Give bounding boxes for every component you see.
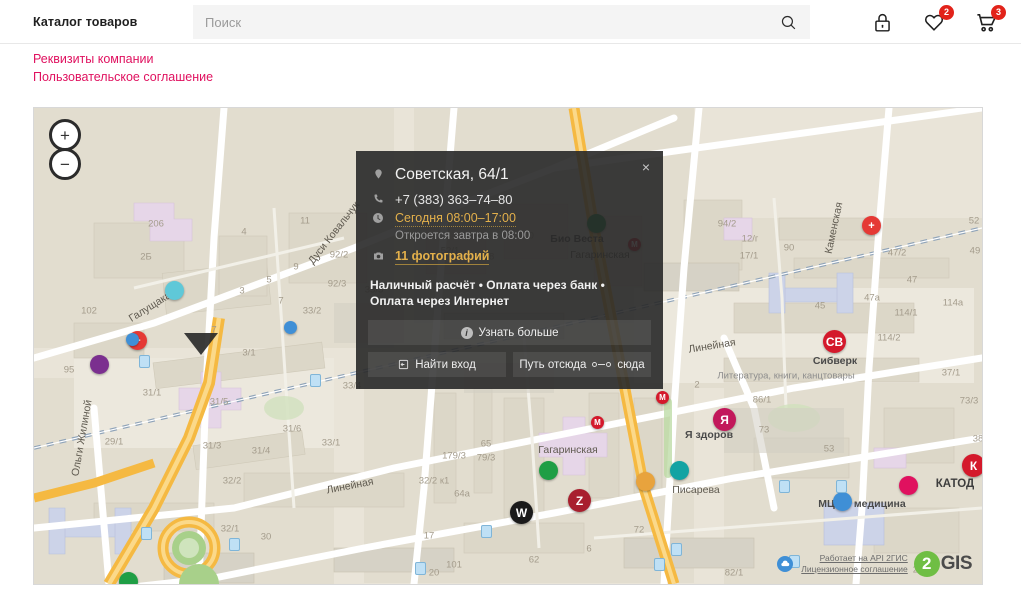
popup-pointer	[184, 333, 218, 355]
learn-more-label: Узнать больше	[478, 326, 559, 339]
popup-hours-sub: Откроется завтра в 08:00	[395, 230, 531, 242]
attribution-line1[interactable]: Работает на API 2ГИС	[801, 553, 908, 564]
route-from-label: Путь отсюда	[519, 358, 587, 371]
route-to-label: сюда	[617, 358, 645, 371]
link-company-details[interactable]: Реквизиты компании	[33, 50, 1021, 68]
popup-action-buttons: i Узнать больше Найти вход Путь отсюда с…	[356, 309, 663, 377]
map-pin-icon	[370, 165, 386, 181]
entrance-icon	[399, 359, 409, 370]
favorites-badge: 2	[939, 5, 954, 20]
route-button[interactable]: Путь отсюда сюда	[513, 352, 651, 377]
attribution-text: Работает на API 2ГИС Лицензионное соглаш…	[801, 553, 908, 575]
favorites-icon-button[interactable]: 2	[921, 5, 954, 35]
zoom-in-button[interactable]: +	[49, 119, 81, 151]
popup-hours[interactable]: Сегодня 08:00–17:00	[395, 210, 516, 227]
2gis-logo-mark: 2	[913, 551, 940, 577]
search-icon	[781, 15, 795, 29]
lock-icon	[874, 13, 890, 32]
learn-more-button[interactable]: i Узнать больше	[368, 320, 651, 345]
site-header: Каталог товаров 2	[0, 0, 1021, 44]
find-entrance-label: Найти вход	[415, 358, 476, 371]
attribution-line2[interactable]: Лицензионное соглашение	[801, 564, 908, 575]
2gis-logo-word: GIS	[940, 553, 973, 574]
zoom-out-button[interactable]: −	[49, 148, 81, 180]
clock-icon	[370, 210, 386, 224]
popup-button-row: Найти вход Путь отсюда сюда	[368, 352, 651, 377]
link-user-agreement[interactable]: Пользовательское соглашение	[33, 68, 1021, 86]
map-attribution: Работает на API 2ГИС Лицензионное соглаш…	[777, 551, 973, 577]
popup-address-row: Советская, 64/1	[356, 165, 663, 189]
route-icon	[592, 362, 612, 367]
map-zoom-controls[interactable]: + −	[49, 119, 81, 180]
map-canvas[interactable]: + − 206 2Б 102 31/1 31/5 29/1 31/3 31/4 3/1 3 4 5 7 9…	[34, 108, 982, 584]
popup-hours-row: Сегодня 08:00–17:00	[356, 210, 663, 227]
popup-close-button[interactable]: ×	[637, 158, 655, 176]
info-icon: i	[460, 326, 473, 339]
footer-links: Реквизиты компании Пользовательское согл…	[0, 44, 1021, 86]
popup-phone[interactable]: +7 (383) 363–74–80	[395, 191, 512, 208]
popup-photos-link[interactable]: 11 фотографий	[395, 248, 490, 265]
zoom-out-label: −	[60, 154, 70, 174]
search-input[interactable]	[193, 13, 766, 31]
find-entrance-button[interactable]: Найти вход	[368, 352, 506, 377]
popup-phone-row: +7 (383) 363–74–80	[356, 191, 663, 208]
cart-badge: 3	[991, 5, 1006, 20]
popup-photos-row: 11 фотографий	[356, 248, 663, 265]
popup-payment-methods: Наличный расчёт • Оплата через банк • Оп…	[370, 278, 605, 308]
camera-icon	[370, 248, 386, 262]
catalog-link[interactable]: Каталог товаров	[33, 15, 137, 29]
2gis-logo[interactable]: 2 GIS	[913, 551, 973, 577]
header-icon-group: 2 3	[869, 0, 1006, 44]
cart-icon-button[interactable]: 3	[973, 5, 1006, 35]
place-info-popup[interactable]: × Советская, 64/1 +7 (383) 363–74–80 Сег…	[356, 151, 663, 389]
popup-title: Советская, 64/1	[395, 166, 509, 183]
cloud-icon	[777, 556, 794, 572]
search-bar	[193, 5, 810, 39]
lock-icon-button[interactable]	[869, 9, 895, 35]
phone-icon	[370, 191, 386, 205]
map-container[interactable]: + − 206 2Б 102 31/1 31/5 29/1 31/3 31/4 3/1 3 4 5 7 9…	[33, 107, 983, 585]
search-button[interactable]	[766, 5, 810, 39]
zoom-in-label: +	[60, 125, 70, 145]
